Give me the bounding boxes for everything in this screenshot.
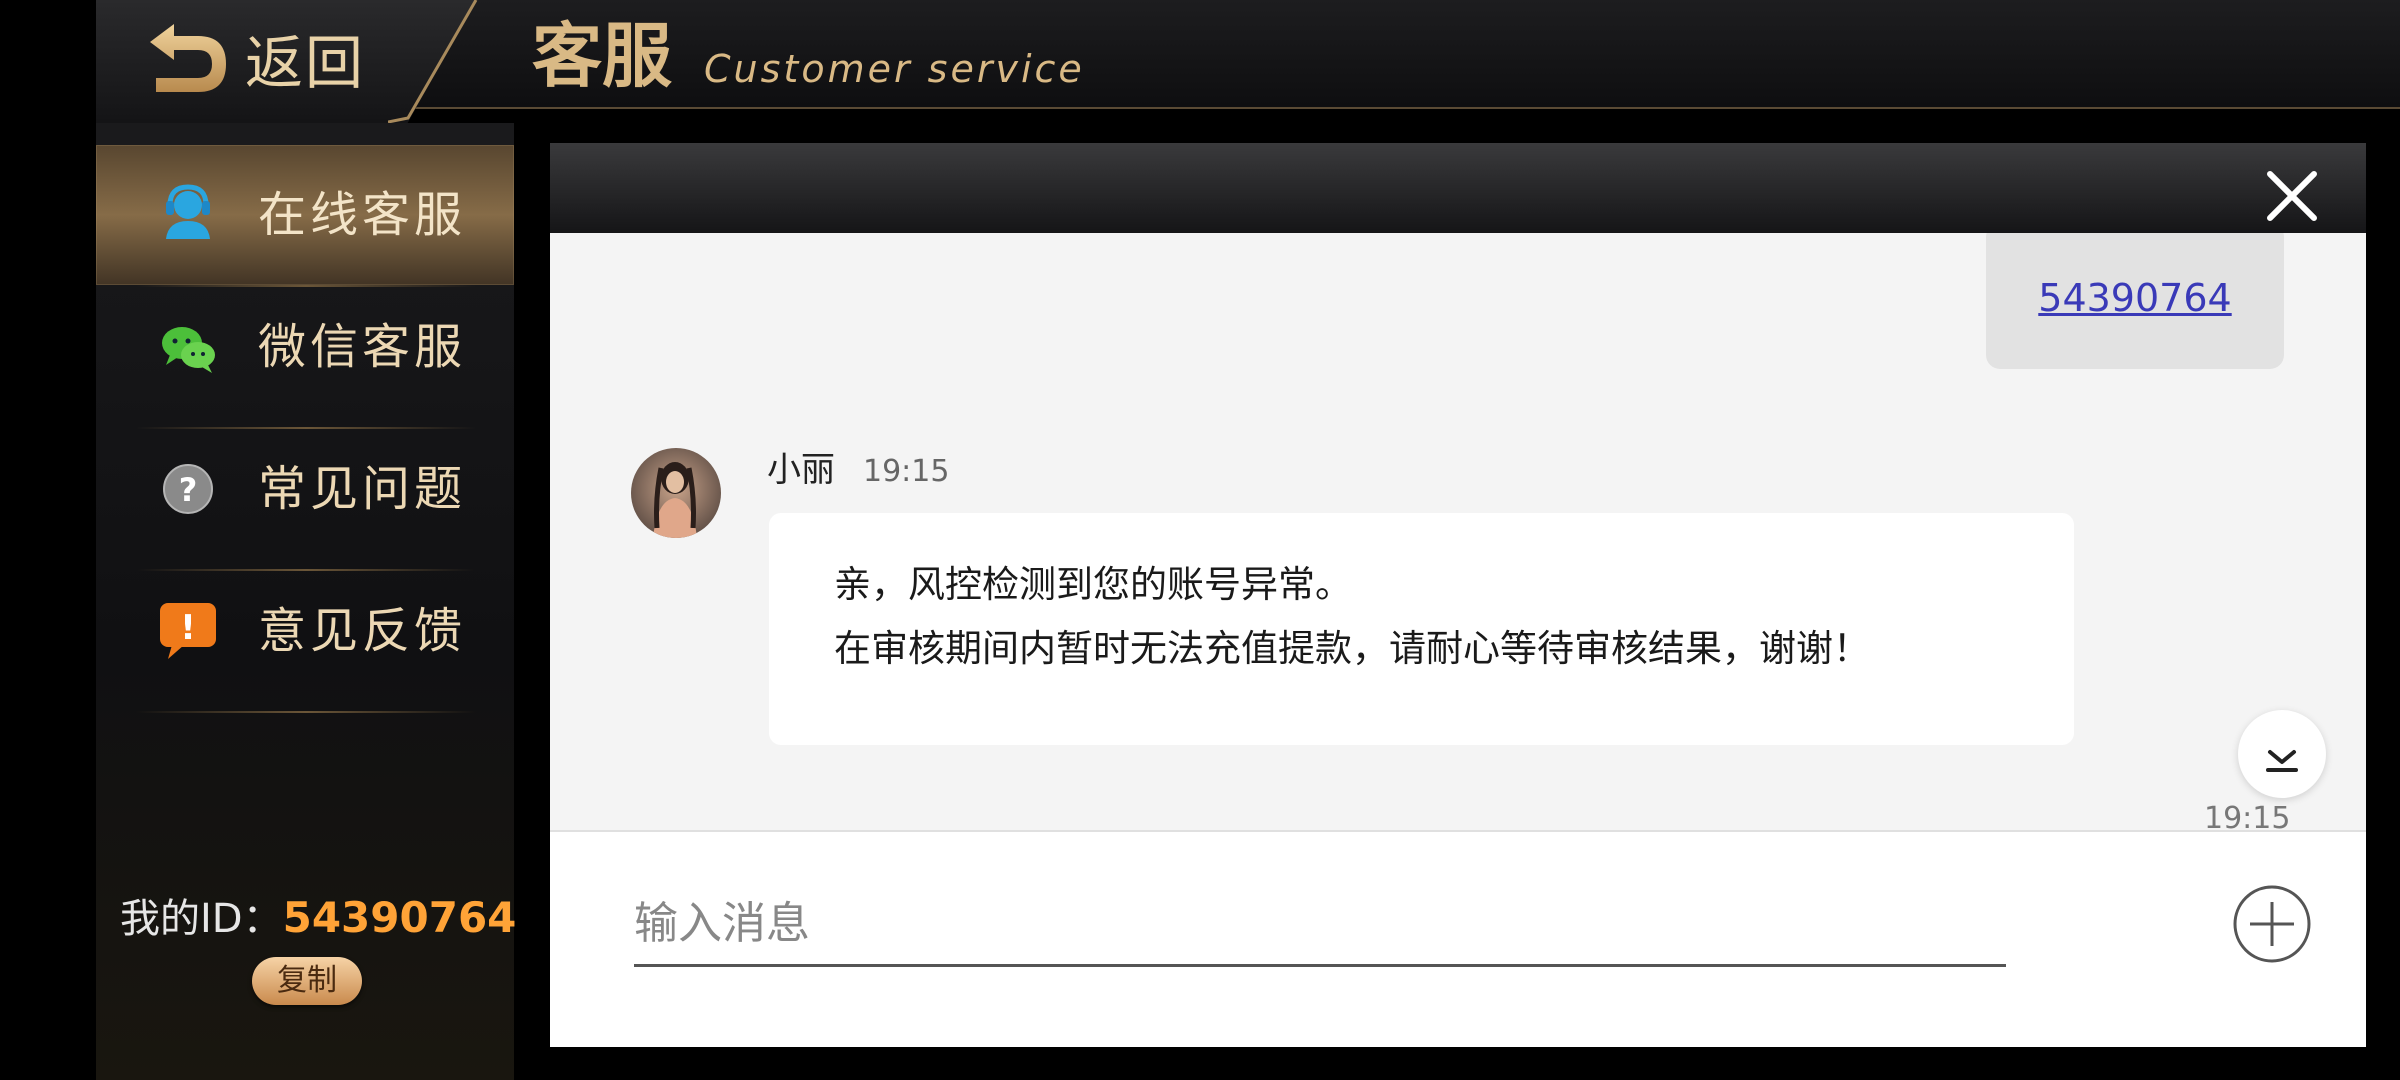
chevron-down-icon	[2266, 750, 2298, 772]
back-arrow-icon[interactable]	[146, 20, 226, 96]
sidebar-item-feedback[interactable]: ! 意见反馈	[96, 571, 514, 711]
my-id: 我的ID：54390764	[120, 888, 516, 949]
scroll-to-bottom-button[interactable]	[2238, 710, 2326, 798]
sidebar-item-wechat-service[interactable]: 微信客服	[96, 287, 514, 427]
avatar	[631, 448, 721, 538]
message-input[interactable]	[634, 882, 2006, 967]
sent-message-bubble: 54390764	[1986, 233, 2284, 369]
agent-headset-icon	[166, 184, 210, 239]
sent-message-link[interactable]: 54390764	[1986, 273, 2284, 323]
add-attachment-icon[interactable]	[2232, 884, 2312, 964]
page-title: 客服	[532, 15, 672, 97]
back-label[interactable]: 返回	[245, 28, 365, 98]
svg-text:!: !	[180, 608, 196, 648]
copy-id-button[interactable]: 复制	[252, 957, 362, 1005]
sidebar-item-label: 微信客服	[258, 319, 467, 375]
message-line: 亲，风控检测到您的账号异常。	[834, 563, 1352, 606]
divider	[136, 711, 476, 713]
my-id-value: 54390764	[282, 893, 517, 942]
back-button-edge	[388, 0, 478, 124]
my-id-label: 我的ID：	[120, 896, 283, 942]
sender-name: 小丽	[767, 450, 835, 490]
feedback-exclamation-icon: !	[160, 603, 216, 659]
message-composer	[550, 830, 2366, 1047]
question-icon: ?	[163, 464, 213, 514]
message-timestamp: 19:15	[2204, 801, 2291, 830]
message-timestamp: 19:15	[863, 454, 950, 489]
received-message-bubble: 亲，风控检测到您的账号异常。 在审核期间内暂时无法充值提款，请耐心等待审核结果，…	[769, 513, 2074, 745]
message-line: 在审核期间内暂时无法充值提款，请耐心等待审核结果，谢谢！	[834, 627, 1870, 670]
chat-message-list[interactable]: 54390764 小丽 19:15 亲，风控检测到您的账号异常。 在审核期间内暂…	[550, 233, 2366, 830]
sidebar-item-label: 常见问题	[258, 461, 467, 517]
wechat-icon	[162, 327, 215, 373]
sidebar-item-online-service[interactable]: 在线客服	[96, 145, 514, 285]
sidebar-item-faq[interactable]: ? 常见问题	[96, 429, 514, 569]
page-subtitle: Customer service	[704, 47, 1085, 91]
svg-text:?: ?	[179, 471, 198, 509]
sidebar-item-label: 意见反馈	[258, 603, 467, 659]
sidebar-item-label: 在线客服	[258, 187, 467, 243]
chat-header	[550, 143, 2366, 233]
close-icon[interactable]	[2264, 168, 2320, 224]
